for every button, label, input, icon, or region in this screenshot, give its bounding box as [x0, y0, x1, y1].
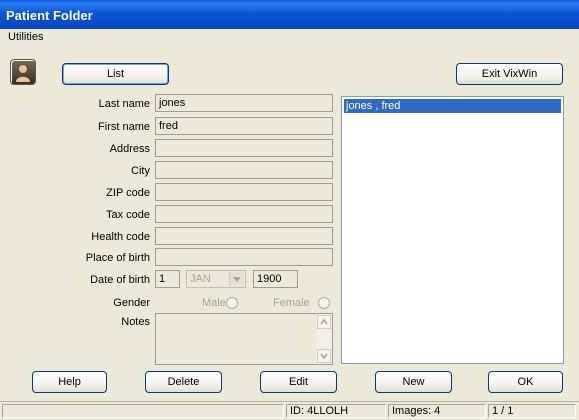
- birth-month-select[interactable]: JAN: [186, 270, 246, 288]
- new-button[interactable]: New: [375, 371, 452, 393]
- female-label: Female: [273, 297, 310, 309]
- last-name-label: Last name: [98, 98, 150, 110]
- zip-code-field[interactable]: [155, 183, 333, 201]
- first-name-label: First name: [98, 121, 150, 133]
- birth-month-value: JAN: [190, 273, 211, 285]
- birth-day-field[interactable]: 1: [155, 270, 180, 288]
- gender-label: Gender: [113, 297, 150, 309]
- chevron-up-icon[interactable]: [317, 315, 331, 329]
- notes-scrollbar[interactable]: [316, 314, 332, 364]
- chevron-down-icon[interactable]: [229, 272, 244, 286]
- menu-bar: Utilities: [0, 29, 579, 47]
- first-name-field[interactable]: fred: [155, 117, 333, 135]
- status-panel-empty: [2, 404, 284, 418]
- place-of-birth-label: Place of birth: [85, 252, 150, 264]
- zip-code-label: ZIP code: [106, 187, 150, 199]
- city-label: City: [131, 165, 150, 177]
- patient-avatar-icon[interactable]: [10, 59, 36, 85]
- address-field[interactable]: [155, 139, 333, 157]
- city-field[interactable]: [155, 161, 333, 179]
- address-label: Address: [109, 143, 150, 155]
- last-name-field[interactable]: jones: [155, 94, 333, 112]
- status-images: Images: 4: [388, 404, 486, 418]
- patient-list[interactable]: jones , fred: [341, 96, 564, 364]
- notes-textarea[interactable]: [155, 313, 333, 365]
- health-code-label: Health code: [91, 231, 150, 243]
- status-bar: ID: 4LLOLH Images: 4 1 / 1: [0, 401, 579, 420]
- client-area: List Exit VixWin Last name jones First n…: [0, 46, 579, 420]
- chevron-down-icon[interactable]: [317, 349, 331, 363]
- health-code-field[interactable]: [155, 227, 333, 245]
- date-of-birth-label: Date of birth: [90, 274, 150, 286]
- delete-button[interactable]: Delete: [145, 371, 222, 393]
- male-radio[interactable]: [226, 297, 238, 309]
- window-title: Patient Folder: [6, 8, 93, 23]
- help-button[interactable]: Help: [32, 371, 107, 393]
- female-radio[interactable]: [318, 297, 330, 309]
- status-page: 1 / 1: [488, 404, 576, 418]
- male-label: Male: [202, 297, 226, 309]
- edit-button[interactable]: Edit: [260, 371, 337, 393]
- menu-utilities[interactable]: Utilities: [8, 31, 43, 43]
- birth-year-field[interactable]: 1900: [253, 270, 298, 288]
- exit-vixwin-button[interactable]: Exit VixWin: [456, 63, 563, 85]
- status-id: ID: 4LLOLH: [286, 404, 386, 418]
- list-item[interactable]: jones , fred: [344, 99, 561, 113]
- title-bar: Patient Folder: [0, 0, 579, 29]
- place-of-birth-field[interactable]: [155, 248, 333, 266]
- tax-code-label: Tax code: [105, 209, 150, 221]
- tax-code-field[interactable]: [155, 205, 333, 223]
- list-button[interactable]: List: [62, 63, 169, 85]
- ok-button[interactable]: OK: [488, 371, 563, 393]
- notes-label: Notes: [121, 316, 150, 328]
